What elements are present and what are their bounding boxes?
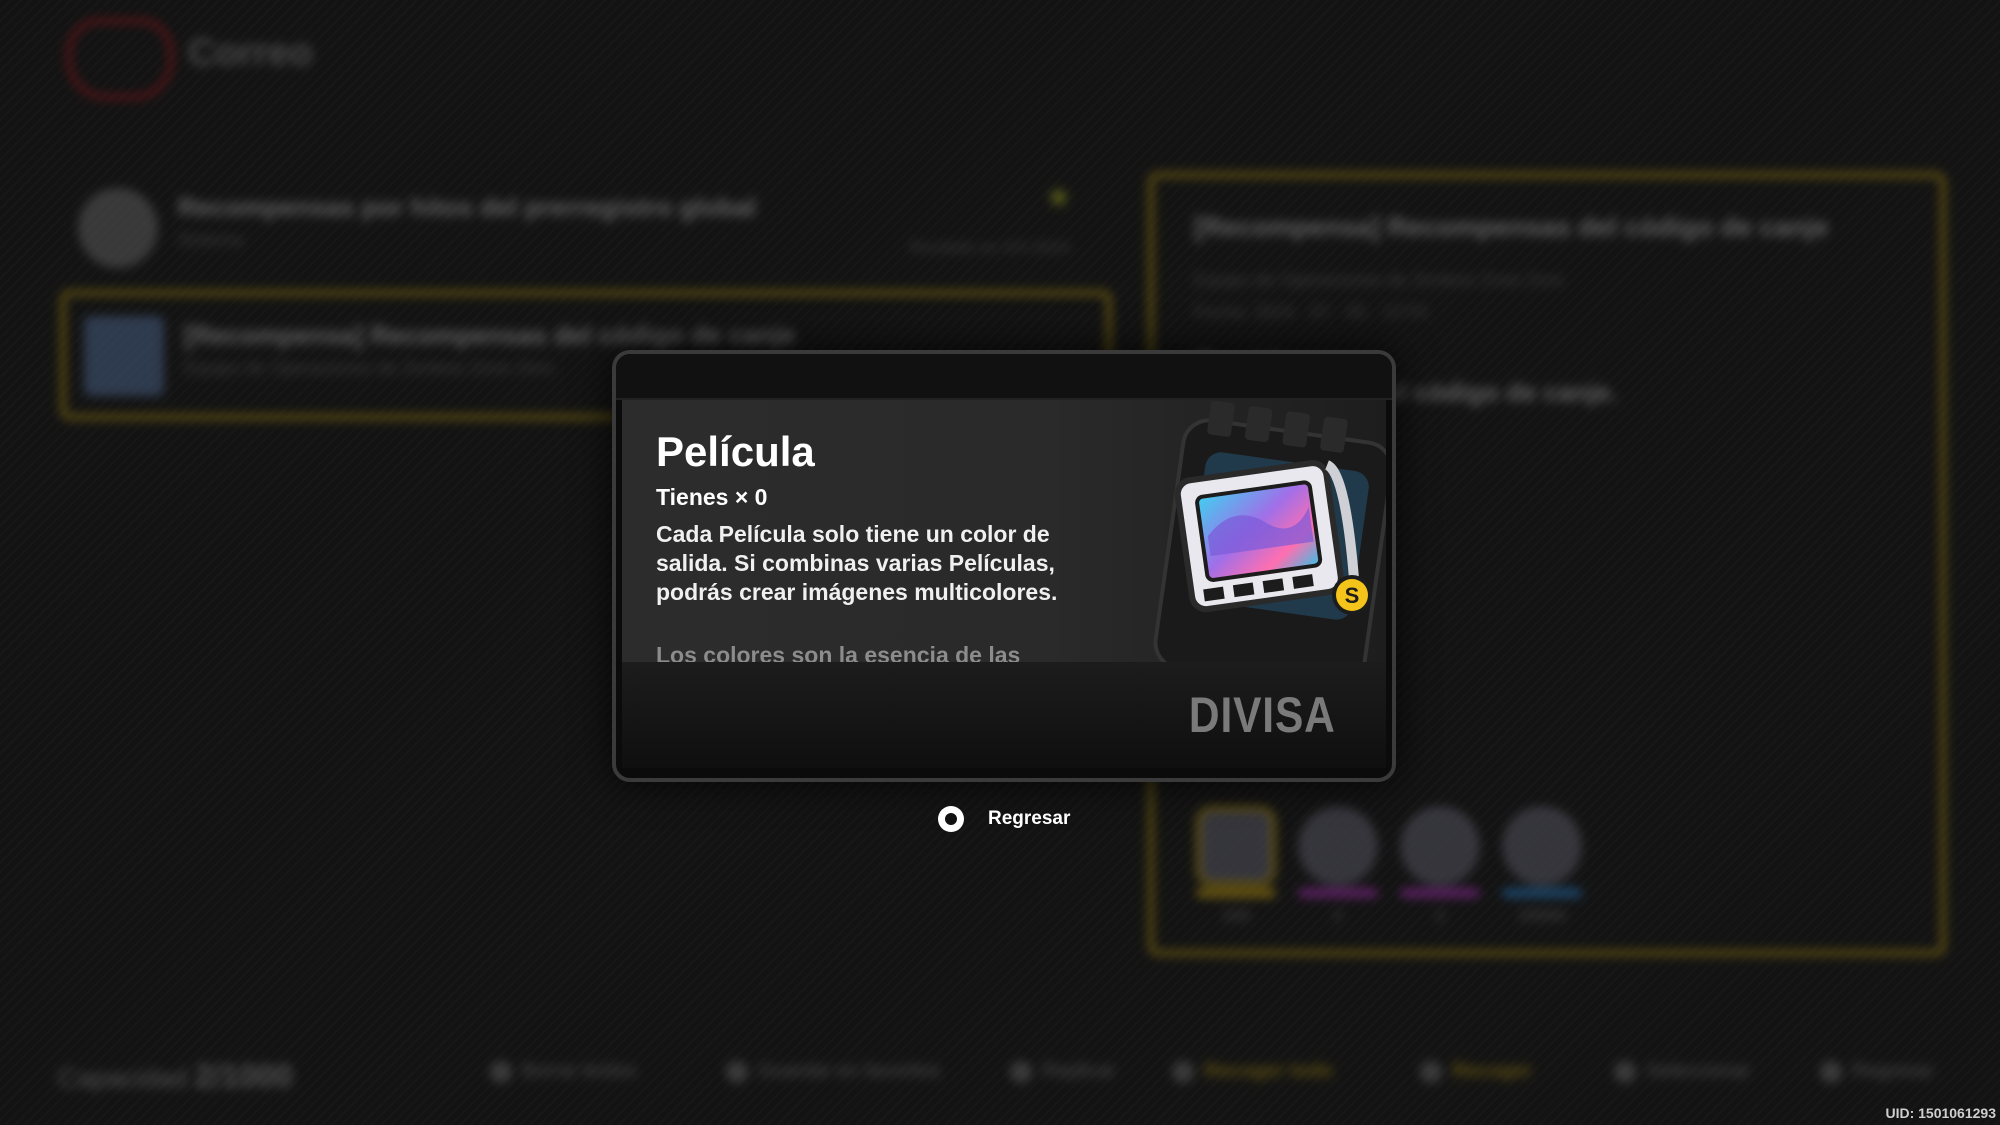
item-description-overflow: Los colores son la esencia de las — [656, 642, 1021, 662]
circle-button-icon — [938, 806, 964, 832]
uid-label: UID: 1501061293 — [1885, 1105, 1996, 1121]
item-owned-count: Tienes × 0 — [656, 484, 768, 510]
item-category-bar: DIVISA — [622, 662, 1386, 768]
item-detail-modal: S Película Tienes × 0 Cada Película solo… — [612, 350, 1396, 782]
svg-text:S: S — [1345, 583, 1360, 608]
item-name: Película — [656, 428, 815, 475]
item-category: DIVISA — [1189, 687, 1336, 743]
dennies-coin-icon: S — [1332, 575, 1372, 615]
item-info-card: S Película Tienes × 0 Cada Película solo… — [622, 400, 1386, 662]
back-button-label: Regresar — [988, 808, 1071, 829]
film-item-icon: S — [1153, 400, 1386, 662]
modal-header-bar — [616, 354, 1392, 400]
item-description: Cada Película solo tiene un color de sal… — [656, 521, 1058, 605]
